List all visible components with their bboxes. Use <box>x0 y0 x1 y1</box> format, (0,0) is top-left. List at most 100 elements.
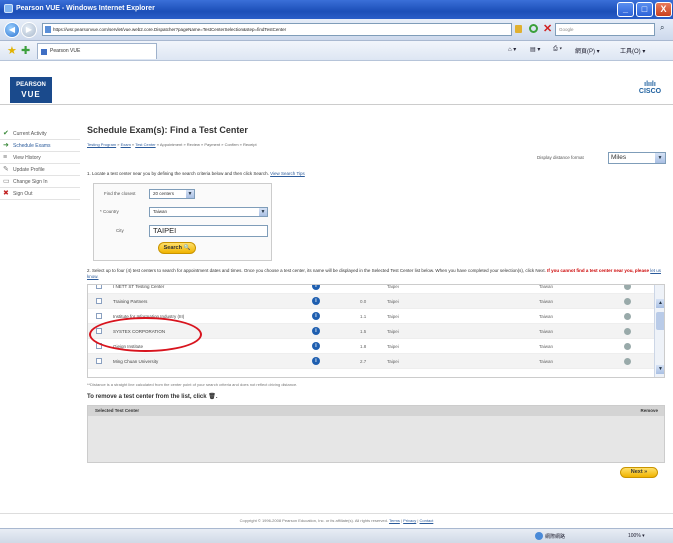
url-text: https://wsr.pearsonvue.com/servlet/vue.w… <box>53 27 287 32</box>
test-center-country: Taiwan <box>539 299 554 304</box>
find-closest-select[interactable]: 20 centers ▼ <box>149 189 195 199</box>
test-center-name: I NETT ST Testing Center <box>113 284 165 289</box>
test-center-city: Taipei <box>387 359 399 364</box>
favorites-star-icon[interactable]: ★ <box>7 44 17 57</box>
next-button[interactable]: Next » <box>620 467 658 478</box>
info-icon[interactable]: i <box>312 357 320 365</box>
table-row[interactable]: Ming Chuan University i 2.7 Taipei Taiwa… <box>88 354 654 369</box>
test-center-city: Taipei <box>387 284 399 289</box>
user-icon: ▭ <box>3 178 10 185</box>
test-center-city: Taipei <box>387 299 399 304</box>
sidebar-item-label: Sign Out <box>13 191 33 197</box>
sidebar-item-label: Update Profile <box>13 167 45 173</box>
terms-link[interactable]: Terms <box>389 518 400 523</box>
test-center-country: Taiwan <box>539 314 554 319</box>
results-scrollbar[interactable]: ▲ ▼ <box>654 285 664 377</box>
select-checkbox[interactable] <box>96 298 102 304</box>
back-button[interactable]: ◀ <box>4 22 20 38</box>
sidebar-item-schedule-exams[interactable]: ➜ Schedule Exams <box>0 140 80 152</box>
search-icon[interactable]: ⌕ <box>660 23 664 33</box>
minimize-button[interactable]: _ <box>617 2 634 17</box>
test-center-country: Taiwan <box>539 329 554 334</box>
scroll-up-icon[interactable]: ▲ <box>656 299 664 308</box>
map-icon[interactable] <box>624 343 631 350</box>
breadcrumb-exam[interactable]: Exam <box>121 142 131 147</box>
globe-icon <box>535 532 543 540</box>
info-icon[interactable]: i <box>312 327 320 335</box>
add-favorite-icon[interactable]: ✚ <box>21 44 30 57</box>
info-icon[interactable]: i <box>312 297 320 305</box>
feeds-button[interactable]: ▤ ▾ <box>530 46 540 53</box>
info-icon[interactable]: i <box>312 342 320 350</box>
stop-icon[interactable]: ✕ <box>543 22 552 35</box>
forward-button[interactable]: ▶ <box>21 22 37 38</box>
home-button[interactable]: ⌂ ▾ <box>508 46 516 53</box>
search-criteria-panel: Find the closest 20 centers ▼ * Country … <box>93 183 272 261</box>
scroll-down-icon[interactable]: ▼ <box>656 365 664 374</box>
remove-instructions: To remove a test center from the list, c… <box>87 394 218 400</box>
search-input[interactable]: Google <box>555 23 655 36</box>
sidebar-item-sign-out[interactable]: ✖ Sign Out <box>0 188 80 200</box>
distance-format-label: Display distance format <box>537 155 584 160</box>
breadcrumb-testing-program[interactable]: Testing Program <box>87 142 116 147</box>
step2-warning: If you cannot find a test center near yo… <box>547 268 649 273</box>
search-button[interactable]: Search 🔍 <box>158 242 196 254</box>
info-icon[interactable]: i <box>312 285 320 290</box>
sidebar-item-current-activity[interactable]: ✔ Current Activity <box>0 128 80 140</box>
print-button[interactable]: ⎙ ▾ <box>553 46 562 53</box>
map-icon[interactable] <box>624 313 631 320</box>
maximize-button[interactable]: □ <box>636 2 653 17</box>
table-row[interactable]: I NETT ST Testing Center i Taipei Taiwan <box>88 284 654 294</box>
select-checkbox[interactable] <box>96 358 102 364</box>
sidebar-item-update-profile[interactable]: ✎ Update Profile <box>0 164 80 176</box>
breadcrumb-rest: » Appointment » Review » Payment » Confi… <box>155 142 257 147</box>
test-center-name: Ming Chuan University <box>113 359 159 364</box>
chevron-down-icon[interactable]: ▼ <box>655 153 665 163</box>
zoom-level[interactable]: 100% ▾ <box>628 533 645 539</box>
country-label: * Country <box>100 209 119 214</box>
step2-text: 2. Select up to four (4) test centers to… <box>87 268 546 273</box>
refresh-icon[interactable] <box>529 24 538 33</box>
selected-test-center-table: Selected Test Center Remove <box>87 405 665 463</box>
map-icon[interactable] <box>624 298 631 305</box>
select-checkbox[interactable] <box>96 285 102 289</box>
country-select[interactable]: Taiwan ▼ <box>149 207 268 217</box>
test-center-distance: 0.0 <box>360 299 367 304</box>
lock-icon[interactable] <box>515 25 522 33</box>
page-menu[interactable]: 網頁(P) ▾ <box>575 46 600 55</box>
copyright-footer: Copyright © 1996-2008 Pearson Education,… <box>0 518 673 523</box>
table-row[interactable]: Training Partners i 0.0 Taipei Taiwan <box>88 294 654 309</box>
distance-format-select[interactable]: Miles ▼ <box>608 152 666 164</box>
tab-pearson-vue[interactable]: Pearson VUE <box>37 43 157 59</box>
status-bar: 網際網路 100% ▾ <box>0 528 673 543</box>
breadcrumb-test-center[interactable]: Test Center <box>135 142 155 147</box>
select-checkbox[interactable] <box>96 313 102 319</box>
info-icon[interactable]: i <box>312 312 320 320</box>
test-center-distance: 1.1 <box>360 314 367 319</box>
test-center-city: Taipei <box>387 329 399 334</box>
map-icon[interactable] <box>624 328 631 335</box>
contact-link[interactable]: Contact <box>420 518 434 523</box>
scroll-thumb[interactable] <box>656 312 664 330</box>
page-title: Schedule Exam(s): Find a Test Center <box>87 125 248 135</box>
map-icon[interactable] <box>624 358 631 365</box>
breadcrumb: Testing Program » Exam » Test Center » A… <box>87 142 257 147</box>
chevron-down-icon[interactable]: ▼ <box>259 208 267 216</box>
chevron-down-icon[interactable]: ▼ <box>186 190 194 198</box>
sidebar-item-view-history[interactable]: ≡ View History <box>0 152 80 164</box>
close-button[interactable]: X <box>655 2 672 17</box>
city-input[interactable]: TAIPEI <box>149 225 268 237</box>
test-center-name: Training Partners <box>113 299 148 304</box>
sidebar-item-change-sign-in[interactable]: ▭ Change Sign In <box>0 176 80 188</box>
map-icon[interactable] <box>624 285 631 290</box>
city-label: City <box>116 228 124 233</box>
tools-menu[interactable]: 工具(O) ▾ <box>620 46 645 55</box>
window-titlebar: Pearson VUE - Windows Internet Explorer … <box>0 0 673 19</box>
url-input[interactable]: https://wsr.pearsonvue.com/servlet/vue.w… <box>42 23 512 36</box>
privacy-link[interactable]: Privacy <box>403 518 416 523</box>
view-search-tips-link[interactable]: View Search Tips <box>270 171 305 176</box>
test-center-country: Taiwan <box>539 359 554 364</box>
test-center-city: Taipei <box>387 314 399 319</box>
pearson-vue-logo[interactable]: PEARSON VUE <box>10 77 52 103</box>
find-closest-value: 20 centers <box>153 191 175 196</box>
